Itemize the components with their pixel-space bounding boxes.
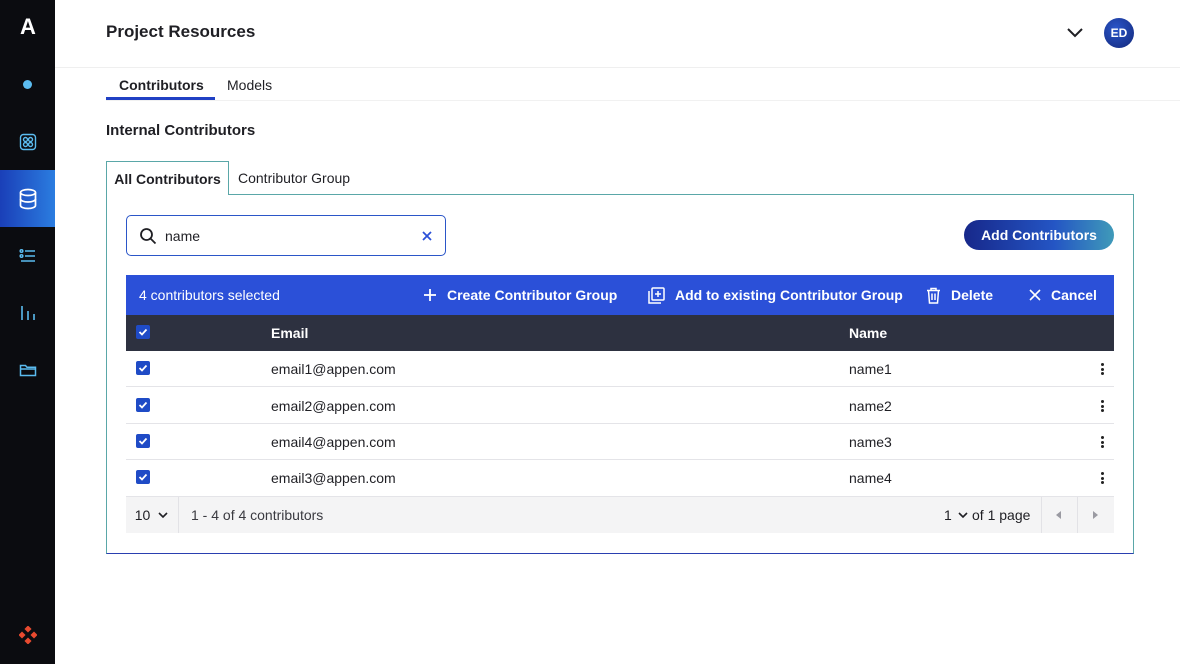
table-header: Email Name [126,315,1114,351]
create-group-label: Create Contributor Group [447,287,618,303]
page-header: Project Resources ED [55,0,1180,68]
delete-label: Delete [951,287,994,303]
add-to-group-icon [648,286,665,304]
check-icon [138,437,148,445]
row-name: name4 [849,470,892,486]
dashboard-icon [19,133,36,150]
app-logo[interactable]: A [0,14,55,40]
page-select[interactable]: 1 [944,507,969,523]
total-pages: of 1 page [972,507,1031,523]
row-name: name3 [849,434,892,450]
row-more-icon[interactable] [1096,434,1108,450]
row-name: name1 [849,361,892,377]
table-row[interactable]: email1@appen.com name1 [126,351,1114,387]
close-icon [1029,289,1041,301]
next-page-button[interactable] [1077,497,1113,533]
cancel-label: Cancel [1051,287,1097,303]
subtab-all-contributors[interactable]: All Contributors [106,161,229,195]
nav-reports-item[interactable] [0,284,55,341]
row-more-icon[interactable] [1096,398,1108,414]
nav-status-item[interactable] [0,56,55,113]
chevron-down-icon[interactable] [1064,21,1086,43]
select-all-checkbox[interactable] [136,325,150,339]
bar-chart-icon [20,305,35,320]
search-box [126,215,446,256]
clear-search-icon[interactable] [420,229,434,243]
row-checkbox[interactable] [136,398,150,412]
column-header-email[interactable]: Email [271,325,308,341]
table-pagination: 10 1 - 4 of 4 contributors 1 of 1 page [126,497,1114,533]
nav-files-item[interactable] [0,341,55,398]
page-size-select[interactable]: 10 [126,497,179,533]
caret-left-icon [1056,511,1061,519]
selection-action-bar: 4 contributors selected Create Contribut… [126,275,1114,315]
search-input[interactable] [165,225,405,247]
selected-count: 4 contributors selected [139,287,280,303]
row-email: email3@appen.com [271,470,396,486]
tab-contributors[interactable]: Contributors [119,77,204,93]
left-nav-rail: A [0,0,55,664]
check-icon [138,473,148,481]
row-more-icon[interactable] [1096,361,1108,377]
table-row[interactable]: email4@appen.com name3 [126,424,1114,460]
row-checkbox[interactable] [136,361,150,375]
add-to-existing-group-button[interactable]: Add to existing Contributor Group [648,275,903,315]
plus-icon [424,289,436,301]
user-avatar[interactable]: ED [1104,18,1134,48]
current-page: 1 [944,507,952,523]
column-header-name[interactable]: Name [849,325,887,341]
check-icon [138,328,148,336]
cancel-selection-button[interactable]: Cancel [1029,275,1097,315]
search-icon [140,228,157,245]
chevron-down-icon [158,512,168,519]
tab-models[interactable]: Models [227,77,272,93]
diamond-logo-icon [18,625,37,644]
caret-right-icon [1093,511,1098,519]
table-row[interactable]: email2@appen.com name2 [126,388,1114,424]
create-group-button[interactable]: Create Contributor Group [423,275,617,315]
nav-dashboard-item[interactable] [0,113,55,170]
row-email: email2@appen.com [271,398,396,414]
row-checkbox[interactable] [136,470,150,484]
row-name: name2 [849,398,892,414]
section-title: Internal Contributors [106,122,256,139]
status-dot-icon [23,80,32,89]
database-icon [19,188,36,209]
pagination-range: 1 - 4 of 4 contributors [191,507,324,523]
chevron-down-icon [958,512,968,519]
add-contributors-button[interactable]: Add Contributors [964,220,1114,250]
folder-icon [19,364,36,376]
row-more-icon[interactable] [1096,470,1108,486]
trash-icon [927,287,940,304]
page-size-value: 10 [134,507,151,523]
delete-button[interactable]: Delete [926,275,993,315]
resource-tabs: Contributors Models [106,68,1180,101]
table-row[interactable]: email3@appen.com name4 [126,460,1114,497]
nav-brand-bottom[interactable] [0,606,55,663]
row-checkbox[interactable] [136,434,150,448]
check-icon [138,364,148,372]
subtab-contributor-group[interactable]: Contributor Group [238,161,350,195]
check-icon [138,401,148,409]
row-email: email4@appen.com [271,434,396,450]
add-to-existing-label: Add to existing Contributor Group [675,287,903,303]
page-title: Project Resources [106,22,256,41]
row-email: email1@appen.com [271,361,396,377]
nav-list-item[interactable] [0,227,55,284]
active-tab-indicator [106,97,215,100]
list-icon [18,248,35,262]
nav-resources-item[interactable] [0,170,55,227]
previous-page-button[interactable] [1041,497,1077,533]
